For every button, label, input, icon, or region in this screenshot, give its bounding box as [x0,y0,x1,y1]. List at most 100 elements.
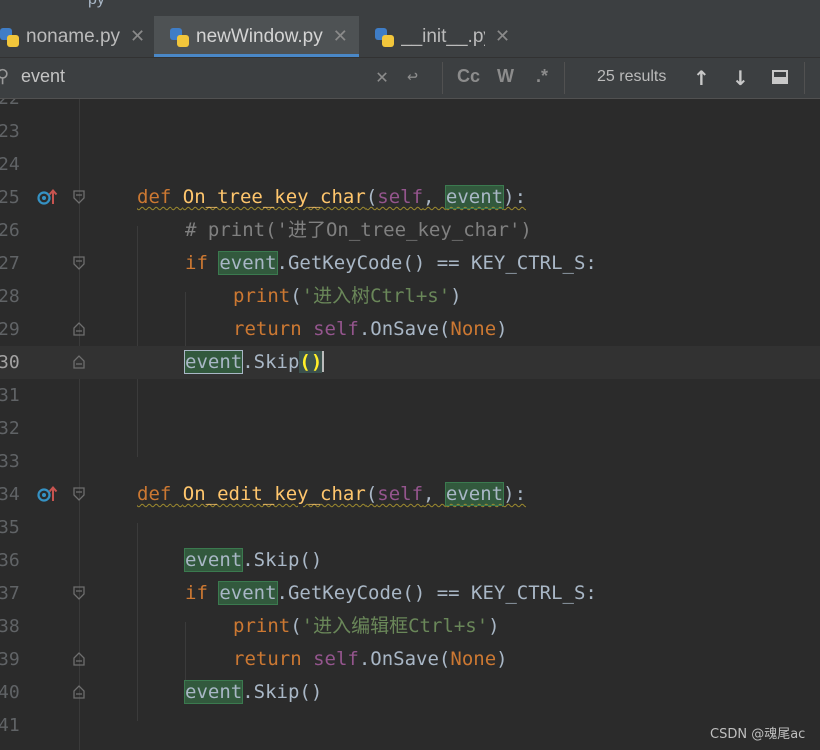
clear-search-icon[interactable]: ✕ [376,64,388,88]
code-text: print('进入树Ctrl+s') [233,285,462,307]
close-tab-icon[interactable]: ✕ [130,26,145,47]
function-name: On_tree_key_char [182,186,366,208]
next-occurrence-icon[interactable]: ↓ [732,66,749,90]
code-text: print('进入编辑框Ctrl+s') [233,615,500,637]
tab-noname[interactable]: noname.py ✕ [0,16,152,57]
search-match-selected: event [183,350,244,374]
line-number: 27 [0,253,20,274]
tab-init[interactable]: __init__.py ✕ [361,16,521,57]
keyword: None [450,648,497,670]
fold-toggle-icon[interactable] [73,190,85,204]
line-number: 34 [0,484,20,505]
code-line: 27 if event.GetKeyCode() == KEY_CTRL_S: [0,247,820,280]
find-bar: ⚲ event ✕ ↩ Cc W .* 25 results ↑ ↓ [0,58,820,99]
line-number: 28 [0,286,20,307]
fold-toggle-icon[interactable] [73,256,85,270]
fold-end-icon[interactable] [73,355,85,369]
function-name: On_edit_key_char [182,483,366,505]
line-number: 26 [0,220,20,241]
comment: # print('进了On_tree_key_char') [185,219,532,241]
code-line: 33 [0,445,820,478]
code-rest: .GetKeyCode() == KEY_CTRL_S: [276,582,597,604]
search-icon[interactable]: ⚲ [0,66,9,87]
close-tab-icon[interactable]: ✕ [495,26,510,47]
punctuation: ): [503,483,527,505]
code-editor[interactable]: 22 23 24 25 def On_tree_key_char(self, e… [0,99,820,750]
previous-occurrence-icon[interactable]: ↑ [693,66,710,90]
code-text: if event.GetKeyCode() == KEY_CTRL_S: [185,581,597,605]
match-case-button[interactable]: Cc [457,66,480,87]
fold-toggle-icon[interactable] [73,487,85,501]
close-tab-icon[interactable]: ✕ [333,26,348,47]
punctuation: ) [488,615,500,637]
code-text: return self.OnSave(None) [233,318,508,340]
override-method-icon[interactable] [37,485,59,503]
search-match: event [218,251,278,275]
self-param: self [377,483,424,505]
fold-end-icon[interactable] [73,322,85,336]
title-strip: py [0,0,820,16]
line-number: 29 [0,319,20,340]
search-input[interactable]: event [21,66,65,87]
search-match: event [444,185,505,209]
search-match: event [183,548,244,572]
self-param: self [377,186,424,208]
punctuation: ) [496,318,508,340]
code-text: # print('进了On_tree_key_char') [185,219,532,241]
whole-words-button[interactable]: W [497,66,514,87]
tab-newwindow[interactable]: newWindow.py ✕ [154,16,359,57]
code-line: 41 [0,709,820,742]
line-number: 35 [0,517,20,538]
tab-label: newWindow.py [196,25,323,47]
code-line: 40 event.Skip() [0,676,820,709]
tab-label: __init__.py [401,25,485,47]
fold-end-icon[interactable] [73,685,85,699]
keyword: return [233,318,302,340]
code-line: 36 event.Skip() [0,544,820,577]
builtin: print [233,285,291,307]
code-line: 39 return self.OnSave(None) [0,643,820,676]
line-number: 24 [0,154,20,175]
code-text: event.Skip() [183,350,325,374]
punctuation: ( [290,615,302,637]
python-file-icon [373,26,395,48]
code-text: event.Skip() [183,548,323,572]
code-rest: .OnSave( [358,318,451,340]
matched-braces: () [299,351,323,373]
divider [442,62,443,94]
line-number: 22 [0,99,20,109]
code-rest: .Skip() [242,681,323,703]
punctuation: ): [503,186,527,208]
text-caret [322,351,325,372]
line-number: 37 [0,583,20,604]
fold-end-icon[interactable] [73,652,85,666]
line-number: 40 [0,682,20,703]
punctuation: ( [365,186,378,208]
keyword: return [233,648,302,670]
code-rest: .OnSave( [358,648,451,670]
punctuation: , [423,186,446,208]
watermark: CSDN @魂尾ac [710,727,806,742]
code-line: 37 if event.GetKeyCode() == KEY_CTRL_S: [0,577,820,610]
regex-button[interactable]: .* [536,66,548,87]
code-rest: .Skip() [242,549,323,571]
override-method-icon[interactable] [37,188,59,206]
code-rest: .Skip [242,351,300,373]
new-line-icon[interactable]: ↩ [407,66,418,87]
code-text: event.Skip() [183,680,323,704]
filter-search-results-icon[interactable] [772,70,788,84]
builtin: print [233,615,291,637]
self-ref: self [313,648,359,670]
line-number: 23 [0,121,20,142]
code-text: if event.GetKeyCode() == KEY_CTRL_S: [185,251,597,275]
code-text: return self.OnSave(None) [233,648,508,670]
divider [564,62,565,94]
code-line: 23 [0,115,820,148]
line-number: 33 [0,451,20,472]
fold-toggle-icon[interactable] [73,586,85,600]
keyword: None [450,318,497,340]
search-match: event [444,482,505,506]
code-line: 35 [0,511,820,544]
line-number: 41 [0,715,20,736]
line-number: 30 [0,352,20,373]
